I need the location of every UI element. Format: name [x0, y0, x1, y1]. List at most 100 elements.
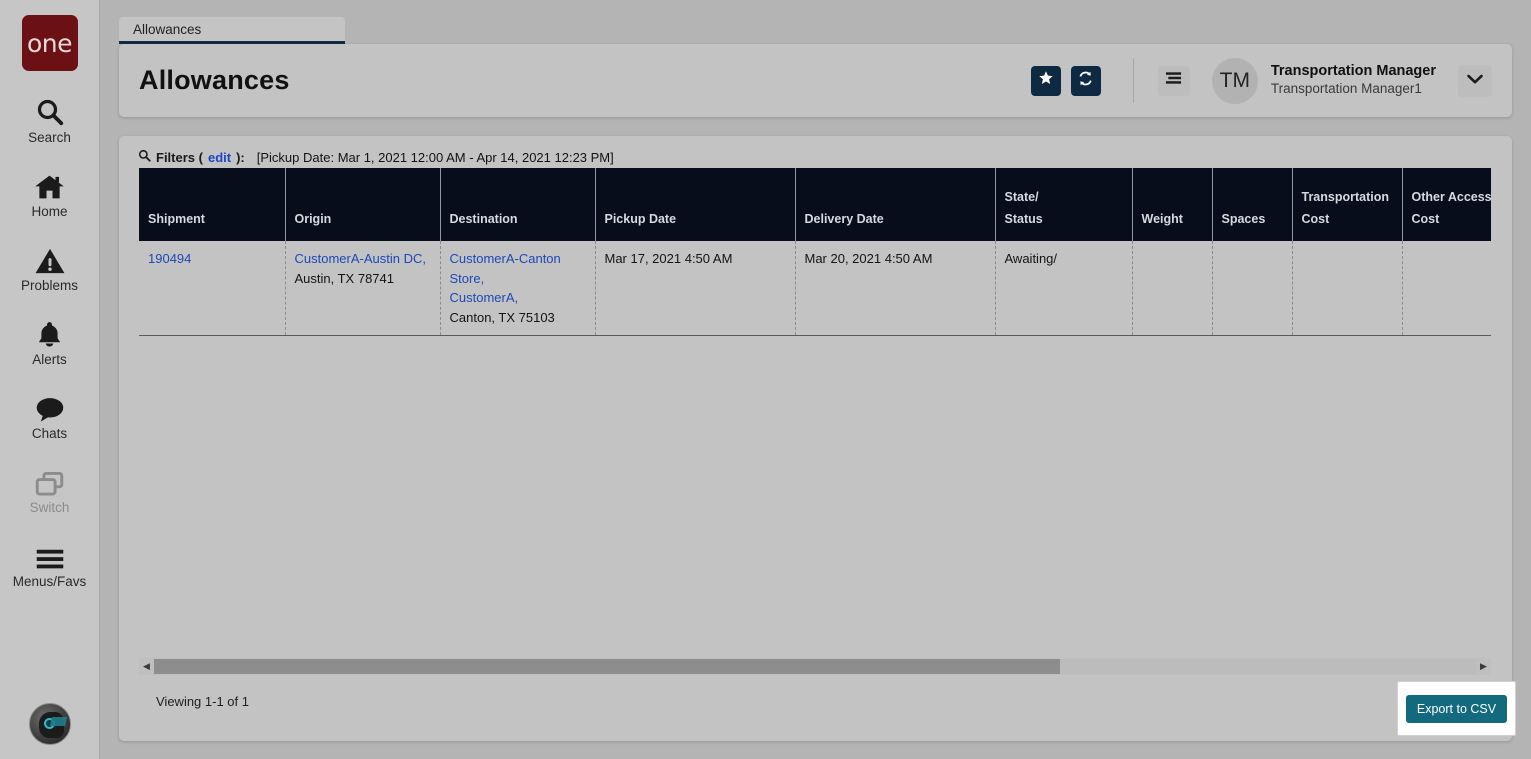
rail-label-problems: Problems — [20, 278, 79, 293]
bell-icon — [36, 313, 63, 349]
col-pickup-date[interactable]: Pickup Date — [595, 168, 796, 241]
col-spaces[interactable]: Spaces — [1212, 168, 1293, 241]
rail-item-menus-favs[interactable]: Menus/Favs — [0, 535, 100, 589]
cell-other-accessorial-cost — [1402, 241, 1491, 336]
switch-windows-icon — [35, 461, 64, 497]
tab-allowances-label: Allowances — [133, 21, 202, 37]
col-weight-label: Weight — [1141, 212, 1183, 226]
rail-item-alerts[interactable]: Alerts — [0, 313, 100, 367]
scroll-left-arrow[interactable]: ◀ — [139, 658, 154, 675]
allowances-table: Shipment Origin Destination Pickup Date … — [139, 168, 1491, 336]
destination-link-secondary[interactable]: CustomerA, — [450, 288, 586, 308]
search-icon — [35, 91, 65, 127]
col-shipment[interactable]: Shipment — [139, 168, 286, 241]
table-body: 190494 CustomerA-Austin DC, Austin, TX 7… — [139, 241, 1491, 336]
rail-item-chats[interactable]: Chats — [0, 387, 100, 441]
col-spaces-label: Spaces — [1221, 212, 1266, 226]
col-delivery-date-label: Delivery Date — [804, 212, 884, 226]
user-avatar[interactable]: TM — [1211, 57, 1258, 104]
destination-address: Canton, TX 75103 — [449, 309, 555, 325]
col-weight[interactable]: Weight — [1132, 168, 1213, 241]
table-header: Shipment Origin Destination Pickup Date … — [139, 168, 1491, 241]
page-title: Allowances — [139, 65, 290, 95]
filters-label-end: ): — [236, 149, 245, 165]
destination-link-primary[interactable]: CustomerA-Canton Store, — [450, 249, 586, 288]
user-role: Transportation Manager1 — [1270, 81, 1422, 97]
rail-label-chats: Chats — [31, 426, 68, 441]
filters-label: Filters ( — [156, 149, 203, 165]
list-menu-button[interactable] — [1157, 65, 1190, 96]
chevron-down-icon — [1466, 72, 1484, 90]
list-menu-icon — [1165, 71, 1182, 90]
left-nav-rail: one Search Home Problems Alerts Chats Sw… — [0, 0, 100, 759]
filters-value: [Pickup Date: Mar 1, 2021 12:00 AM - Apr… — [256, 149, 614, 165]
col-destination[interactable]: Destination — [440, 168, 596, 241]
col-state-status-label: State/ Status — [1004, 190, 1043, 226]
rail-item-home[interactable]: Home — [0, 165, 100, 219]
scrollbar-thumb[interactable] — [154, 659, 1060, 674]
filters-edit-link[interactable]: edit — [208, 150, 231, 165]
col-origin[interactable]: Origin — [285, 168, 441, 241]
home-icon — [34, 165, 65, 201]
rail-label-home: Home — [31, 204, 68, 219]
col-transportation-cost-label: Transportation Cost — [1301, 190, 1390, 226]
rail-item-switch[interactable]: Switch — [0, 461, 100, 515]
cell-shipment: 190494 — [139, 241, 286, 336]
col-state-status[interactable]: State/ Status — [995, 168, 1133, 241]
cell-origin: CustomerA-Austin DC, Austin, TX 78741 — [285, 241, 441, 336]
cell-spaces — [1212, 241, 1293, 336]
col-delivery-date[interactable]: Delivery Date — [795, 168, 996, 241]
header-divider — [1132, 58, 1134, 103]
chat-bubble-icon — [35, 387, 65, 423]
rail-label-switch: Switch — [29, 500, 70, 515]
col-pickup-date-label: Pickup Date — [604, 212, 677, 226]
allowances-content-card: Filters ( edit ): [Pickup Date: Mar 1, 2… — [119, 136, 1512, 741]
col-other-accessorial-cost-label: Other Accessorial Cost — [1411, 190, 1492, 226]
cell-destination: CustomerA-Canton Store, CustomerA, Canto… — [440, 241, 596, 336]
ai-assistant-avatar-icon[interactable] — [28, 703, 71, 745]
favorite-button[interactable] — [1030, 65, 1061, 96]
horizontal-scrollbar[interactable]: ◀ ▶ — [139, 658, 1491, 675]
col-shipment-label: Shipment — [148, 212, 205, 226]
cell-transportation-cost — [1292, 241, 1403, 336]
scroll-right-arrow[interactable]: ▶ — [1476, 658, 1491, 675]
user-avatar-initials: TM — [1219, 68, 1250, 92]
warning-triangle-icon — [35, 239, 65, 275]
rail-item-problems[interactable]: Problems — [0, 239, 100, 293]
tab-strip: Allowances — [119, 17, 345, 44]
col-other-accessorial-cost[interactable]: Other Accessorial Cost — [1402, 168, 1491, 241]
shipment-link[interactable]: 190494 — [148, 251, 191, 266]
table-row[interactable]: 190494 CustomerA-Austin DC, Austin, TX 7… — [139, 241, 1491, 336]
refresh-button[interactable] — [1070, 65, 1101, 96]
page-header-card: Allowances TM Transportation Manager Tra… — [119, 44, 1512, 117]
avatar-visor-shape — [49, 717, 67, 726]
user-name: Transportation Manager — [1270, 63, 1436, 80]
star-icon — [1038, 70, 1054, 91]
origin-link[interactable]: CustomerA-Austin DC, — [295, 249, 431, 269]
refresh-icon — [1077, 70, 1094, 92]
search-icon — [138, 149, 151, 165]
viewing-count: Viewing 1-1 of 1 — [156, 694, 249, 709]
origin-address: Austin, TX 78741 — [294, 270, 395, 286]
export-button-highlight: Export to CSV — [1397, 681, 1516, 736]
export-to-csv-button[interactable]: Export to CSV — [1405, 694, 1508, 723]
col-destination-label: Destination — [449, 212, 518, 226]
col-transportation-cost[interactable]: Transportation Cost — [1292, 168, 1403, 241]
cell-pickup-date: Mar 17, 2021 4:50 AM — [595, 241, 796, 336]
hamburger-icon — [35, 535, 65, 571]
page-header-row: Allowances TM Transportation Manager Tra… — [119, 44, 1512, 117]
table-header-row: Shipment Origin Destination Pickup Date … — [139, 168, 1491, 241]
cell-weight — [1132, 241, 1213, 336]
app-root: one Search Home Problems Alerts Chats Sw… — [0, 0, 1531, 759]
scrollbar-track[interactable] — [154, 659, 1476, 674]
rail-label-search: Search — [28, 130, 71, 145]
user-menu-button[interactable] — [1458, 64, 1492, 97]
col-origin-label: Origin — [294, 212, 332, 226]
rail-item-search[interactable]: Search — [0, 91, 100, 145]
rail-label-alerts: Alerts — [32, 352, 67, 367]
cell-delivery-date: Mar 20, 2021 4:50 AM — [795, 241, 996, 336]
tab-allowances[interactable]: Allowances — [119, 17, 345, 44]
one-logo[interactable]: one — [21, 15, 78, 71]
user-info-block: Transportation Manager Transportation Ma… — [1271, 63, 1436, 97]
cell-state-status: Awaiting/ — [995, 241, 1133, 336]
